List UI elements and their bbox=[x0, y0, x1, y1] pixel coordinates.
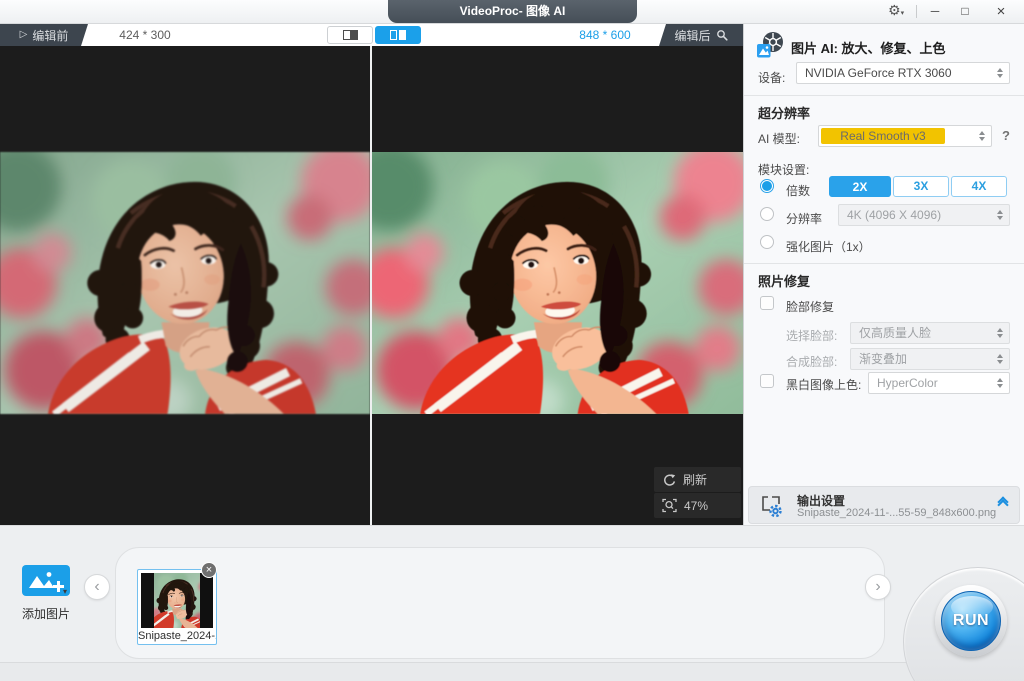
scale-radio[interactable] bbox=[760, 179, 774, 193]
section-separator bbox=[744, 263, 1024, 264]
thumbnails-prev-button[interactable]: ‹ bbox=[84, 574, 110, 600]
device-label: 设备: bbox=[758, 69, 785, 86]
collapse-chevrons-icon[interactable] bbox=[999, 498, 1007, 509]
thumbnail-image bbox=[141, 573, 213, 628]
select-face-label: 选择脸部: bbox=[786, 327, 837, 344]
videoproc-window: VideoProc- 图像 AI ⚙▾ ─ □ × ▷ 编辑前 424 * 30… bbox=[0, 0, 1024, 681]
titlebar-divider bbox=[916, 5, 917, 18]
section-photo-repair: 照片修复 bbox=[758, 271, 810, 290]
refresh-label: 刷新 bbox=[683, 471, 707, 488]
model-help-icon[interactable]: ? bbox=[1002, 128, 1010, 143]
before-photo bbox=[0, 152, 370, 414]
thumbnail-card[interactable]: Snipaste_2024-1 × bbox=[137, 569, 217, 645]
stepper-icon bbox=[979, 131, 985, 141]
thumbnail-remove-button[interactable]: × bbox=[201, 562, 217, 578]
preview-header: ▷ 编辑前 424 * 300 848 * 600 编辑后 bbox=[0, 24, 743, 46]
output-filename: Snipaste_2024-11-...55-59_848x600.png bbox=[797, 507, 996, 519]
before-size-label: 424 * 300 bbox=[100, 24, 190, 46]
ai-model-value: Real Smooth v3 bbox=[821, 128, 945, 144]
window-title: VideoProc- 图像 AI bbox=[388, 0, 637, 23]
stepper-icon bbox=[997, 328, 1003, 338]
colorize-select[interactable]: HyperColor bbox=[868, 372, 1010, 394]
resolution-label: 分辨率 bbox=[786, 210, 822, 227]
module-settings-label: 模块设置: bbox=[758, 161, 809, 178]
after-image-pane[interactable]: 刷新 47% bbox=[372, 46, 743, 525]
select-face-value: 仅高质量人脸 bbox=[859, 323, 989, 343]
device-value: NVIDIA GeForce RTX 3060 bbox=[805, 63, 989, 83]
scale-label: 倍数 bbox=[786, 182, 810, 199]
add-image-label: 添加图片 bbox=[4, 605, 88, 622]
view-mode-toggles bbox=[327, 26, 421, 44]
after-size-label: 848 * 600 bbox=[560, 24, 650, 46]
stepper-icon bbox=[997, 210, 1003, 220]
resolution-radio[interactable] bbox=[760, 207, 774, 221]
enhance-label: 强化图片（1x） bbox=[786, 238, 871, 255]
face-repair-checkbox[interactable] bbox=[760, 296, 774, 310]
tab-after-label: 编辑后 bbox=[674, 27, 710, 44]
preview-overlay: 刷新 47% bbox=[654, 467, 741, 519]
stepper-icon bbox=[997, 378, 1003, 388]
resolution-value: 4K (4096 X 4096) bbox=[847, 205, 989, 225]
play-icon: ▷ bbox=[20, 30, 28, 40]
refresh-button[interactable]: 刷新 bbox=[654, 467, 741, 492]
blend-face-label: 合成脸部: bbox=[786, 353, 837, 370]
enhance-radio[interactable] bbox=[760, 235, 774, 249]
scale-3x-button[interactable]: 3X bbox=[893, 176, 949, 197]
media-tray-bar: ▾ 添加图片 ‹ Snipaste_2024-1 × › RUN bbox=[0, 525, 1024, 681]
blend-face-value: 渐变叠加 bbox=[859, 349, 989, 369]
thumbnails-next-button[interactable]: › bbox=[865, 574, 891, 600]
split-view-icon bbox=[390, 30, 406, 40]
zoom-level-value: 47% bbox=[684, 499, 708, 513]
settings-sidebar: 图片 AI: 放大、修复、上色 设备: NVIDIA GeForce RTX 3… bbox=[744, 24, 1024, 525]
device-select[interactable]: NVIDIA GeForce RTX 3060 bbox=[796, 62, 1010, 84]
select-face-select: 仅高质量人脸 bbox=[850, 322, 1010, 344]
colorize-value: HyperColor bbox=[877, 373, 989, 393]
section-separator bbox=[744, 95, 1024, 96]
maximize-button[interactable]: □ bbox=[952, 0, 978, 23]
single-view-icon bbox=[343, 30, 358, 40]
window-title-text: VideoProc- 图像 AI bbox=[460, 4, 566, 18]
ai-model-label: AI 模型: bbox=[758, 130, 800, 147]
colorize-label: 黑白图像上色: bbox=[786, 376, 861, 393]
section-super-resolution: 超分辨率 bbox=[758, 103, 810, 122]
close-button[interactable]: × bbox=[988, 0, 1014, 23]
add-image-dropdown-arrow-icon[interactable]: ▾ bbox=[63, 587, 67, 596]
settings-gear-icon[interactable]: ⚙▾ bbox=[888, 2, 904, 19]
face-repair-label: 脸部修复 bbox=[786, 298, 834, 315]
thumbnail-tray bbox=[115, 547, 885, 659]
tab-before-label: 编辑前 bbox=[32, 27, 68, 44]
split-view-toggle[interactable] bbox=[375, 26, 421, 44]
stepper-icon bbox=[997, 68, 1003, 78]
ai-model-select[interactable]: Real Smooth v3 bbox=[818, 125, 992, 147]
output-settings-card[interactable]: 输出设置 Snipaste_2024-11-...55-59_848x600.p… bbox=[748, 486, 1020, 524]
scale-2x-button[interactable]: 2X bbox=[829, 176, 891, 197]
resolution-select: 4K (4096 X 4096) bbox=[838, 204, 1010, 226]
stepper-icon bbox=[997, 354, 1003, 364]
before-image-pane[interactable] bbox=[0, 46, 370, 525]
tab-before-edit[interactable]: ▷ 编辑前 bbox=[0, 24, 88, 46]
bottom-edge-strip bbox=[0, 662, 1024, 681]
output-settings-icon bbox=[759, 494, 783, 518]
blend-face-select: 渐变叠加 bbox=[850, 348, 1010, 370]
settings-dropdown-arrow-icon: ▾ bbox=[901, 10, 905, 17]
tab-after-edit[interactable]: 编辑后 bbox=[659, 24, 743, 46]
magnifier-icon bbox=[716, 29, 728, 41]
colorize-checkbox[interactable] bbox=[760, 374, 774, 388]
single-view-toggle[interactable] bbox=[327, 26, 373, 44]
image-ai-logo-icon bbox=[757, 31, 787, 58]
scale-4x-button[interactable]: 4X bbox=[951, 176, 1007, 197]
add-image-icon bbox=[26, 568, 66, 594]
run-button[interactable]: RUN bbox=[941, 591, 1001, 651]
zoom-brackets-icon bbox=[662, 498, 677, 513]
zoom-level-button[interactable]: 47% bbox=[654, 493, 741, 518]
title-bar: VideoProc- 图像 AI ⚙▾ ─ □ × bbox=[0, 0, 1024, 24]
sidebar-title: 图片 AI: 放大、修复、上色 bbox=[791, 38, 946, 57]
refresh-icon bbox=[662, 473, 676, 487]
thumbnail-filename: Snipaste_2024-1 bbox=[138, 630, 216, 642]
thumbnail-photo bbox=[154, 573, 200, 628]
minimize-button[interactable]: ─ bbox=[922, 0, 948, 23]
after-photo bbox=[372, 152, 743, 414]
